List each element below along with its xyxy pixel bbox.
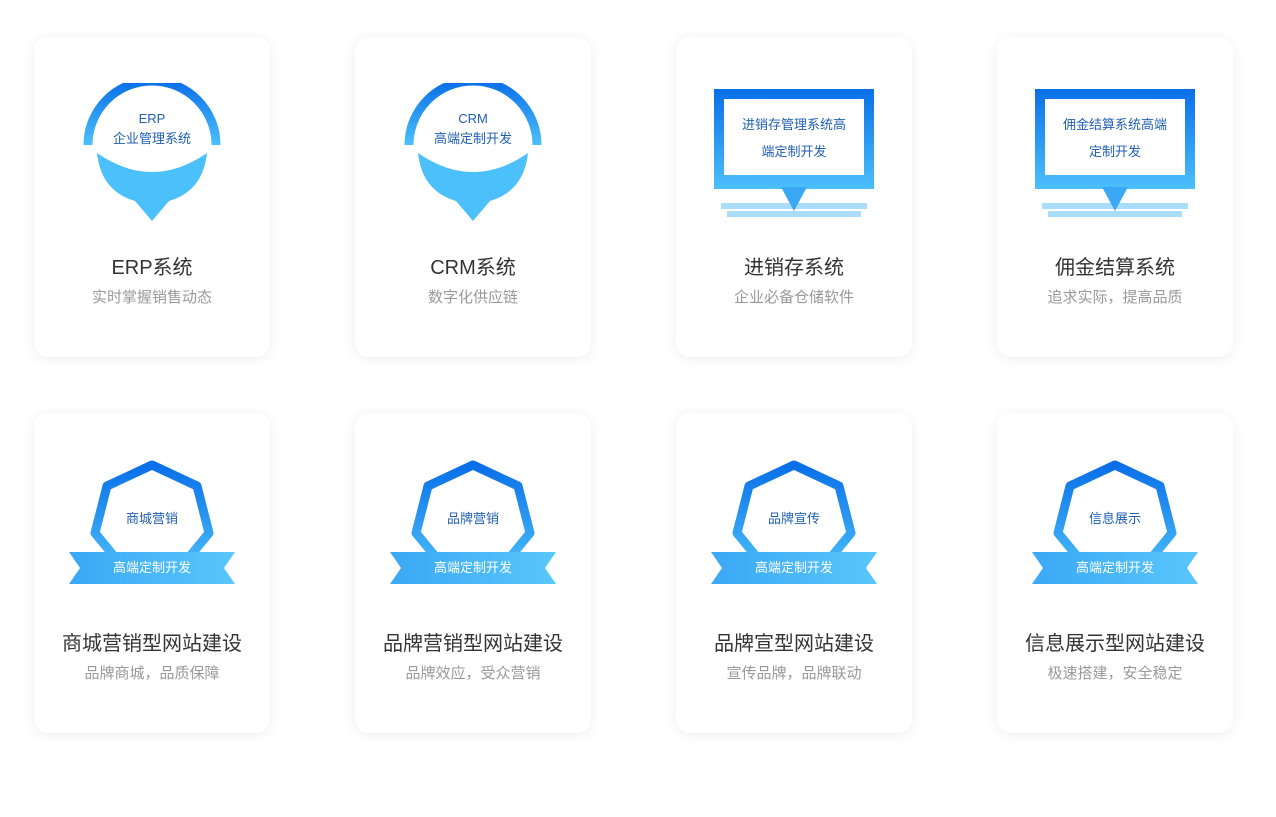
card-crm-system[interactable]: CRM 高端定制开发 CRM系统 数字化供应链 <box>355 37 591 357</box>
card-brand-marketing-website[interactable]: 品牌营销 高端定制开发 品牌营销型网站建设 品牌效应，受众营销 <box>355 413 591 733</box>
map-pin-badge-icon: CRM 高端定制开发 <box>378 83 568 233</box>
icon-label-line1: 信息展示 <box>1088 511 1141 526</box>
card-subtitle: 极速搭建，安全稳定 <box>1047 665 1183 682</box>
card-title: 品牌宣型网站建设 <box>714 633 874 655</box>
card-brand-promotion-website[interactable]: 品牌宣传 高端定制开发 品牌宣型网站建设 宣传品牌，品牌联动 <box>676 413 912 733</box>
card-title: 信息展示型网站建设 <box>1025 633 1205 655</box>
card-title: 品牌营销型网站建设 <box>383 633 563 655</box>
card-subtitle: 实时掌握销售动态 <box>91 289 212 306</box>
icon-label-line1: 品牌宣传 <box>767 511 820 526</box>
map-pin-badge-icon: ERP 企业管理系统 <box>57 83 247 233</box>
card-subtitle: 追求实际，提高品质 <box>1047 289 1183 306</box>
card-subtitle: 品牌商城，品质保障 <box>84 665 220 682</box>
ribbon-label: 高端定制开发 <box>1075 560 1154 575</box>
ribbon-label: 高端定制开发 <box>112 560 191 575</box>
card-info-display-website[interactable]: 信息展示 高端定制开发 信息展示型网站建设 极速搭建，安全稳定 <box>997 413 1233 733</box>
ribbon-label: 高端定制开发 <box>754 560 833 575</box>
card-title: 进销存系统 <box>744 257 844 279</box>
monitor-badge-icon: 佣金结算系统高端 定制开发 <box>1020 83 1210 233</box>
monitor-badge-icon: 进销存管理系统高 端定制开发 <box>699 83 889 233</box>
card-title: ERP系统 <box>111 257 193 279</box>
icon-label-line1: ERP <box>138 111 166 126</box>
card-subtitle: 品牌效应，受众营销 <box>405 665 541 682</box>
card-title: 佣金结算系统 <box>1055 257 1175 279</box>
heptagon-ribbon-badge-icon: 品牌营销 高端定制开发 <box>378 459 568 609</box>
icon-label-line1: 佣金结算系统高端 <box>1062 117 1167 132</box>
card-inventory-system[interactable]: 进销存管理系统高 端定制开发 进销存系统 企业必备仓储软件 <box>676 37 912 357</box>
card-subtitle: 数字化供应链 <box>427 289 518 306</box>
card-commission-system[interactable]: 佣金结算系统高端 定制开发 佣金结算系统 追求实际，提高品质 <box>997 37 1233 357</box>
card-title: CRM系统 <box>430 257 516 279</box>
icon-label-line1: 进销存管理系统高 <box>741 117 846 132</box>
icon-label-line2: 高端定制开发 <box>433 131 512 146</box>
card-subtitle: 企业必备仓储软件 <box>733 289 854 306</box>
heptagon-ribbon-badge-icon: 商城营销 高端定制开发 <box>57 459 247 609</box>
heptagon-ribbon-badge-icon: 信息展示 高端定制开发 <box>1020 459 1210 609</box>
icon-label-line1: 商城营销 <box>125 511 178 526</box>
icon-label-line1: CRM <box>458 111 488 126</box>
icon-label-line2: 端定制开发 <box>761 144 827 159</box>
icon-label-line2: 定制开发 <box>1088 144 1141 159</box>
card-subtitle: 宣传品牌，品牌联动 <box>726 665 862 682</box>
card-mall-website[interactable]: 商城营销 高端定制开发 商城营销型网站建设 品牌商城，品质保障 <box>34 413 270 733</box>
icon-label-line2: 企业管理系统 <box>112 131 191 146</box>
heptagon-ribbon-badge-icon: 品牌宣传 高端定制开发 <box>699 459 889 609</box>
card-erp-system[interactable]: ERP 企业管理系统 ERP系统 实时掌握销售动态 <box>34 37 270 357</box>
ribbon-label: 高端定制开发 <box>433 560 512 575</box>
card-title: 商城营销型网站建设 <box>62 633 242 655</box>
icon-label-line1: 品牌营销 <box>446 511 499 526</box>
